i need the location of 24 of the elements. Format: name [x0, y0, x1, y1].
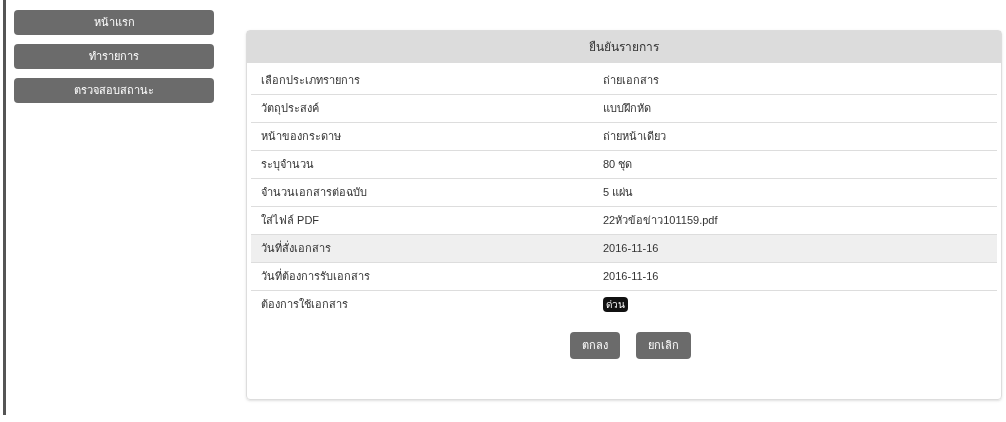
field-value: 2016-11-16 [603, 269, 659, 285]
field-label: ต้องการใช้เอกสาร [260, 297, 349, 313]
field-value: 2016-11-16 [603, 241, 659, 257]
field-value: 80 ชุด [603, 157, 633, 173]
cancel-button[interactable]: ยกเลิก [635, 332, 691, 359]
field-value: ถ่ายเอกสาร [603, 72, 659, 88]
urgency-badge: ด่วน [603, 297, 628, 312]
field-value: แบบฝึกหัด [603, 101, 651, 117]
field-label: ระบุจำนวน [260, 157, 315, 173]
field-label: วันที่สั่งเอกสาร [260, 240, 332, 257]
sidebar-item[interactable]: ตรวจสอบสถานะ [14, 78, 214, 103]
confirm-button[interactable]: ตกลง [569, 332, 620, 359]
field-label: วัตถุประสงค์ [260, 101, 320, 117]
field-label: เลือกประเภทรายการ [260, 72, 361, 88]
sidebar-item[interactable]: ทำรายการ [14, 44, 214, 69]
field-value: ถ่ายหน้าเดียว [603, 129, 666, 145]
sidebar-item[interactable]: หน้าแรก [14, 10, 214, 35]
field-value: 5 แผ่น [603, 185, 634, 201]
field-label: จำนวนเอกสารต่อฉบับ [260, 185, 368, 201]
field-label: วันที่ต้องการรับเอกสาร [260, 268, 371, 285]
field-label: ใส่ไฟล์ PDF [260, 213, 321, 229]
field-value: 22หัวข้อข่าว101159.pdf [603, 213, 718, 229]
panel-title: ยืนยันรายการ [589, 39, 659, 56]
field-label: หน้าของกระดาษ [260, 129, 342, 145]
